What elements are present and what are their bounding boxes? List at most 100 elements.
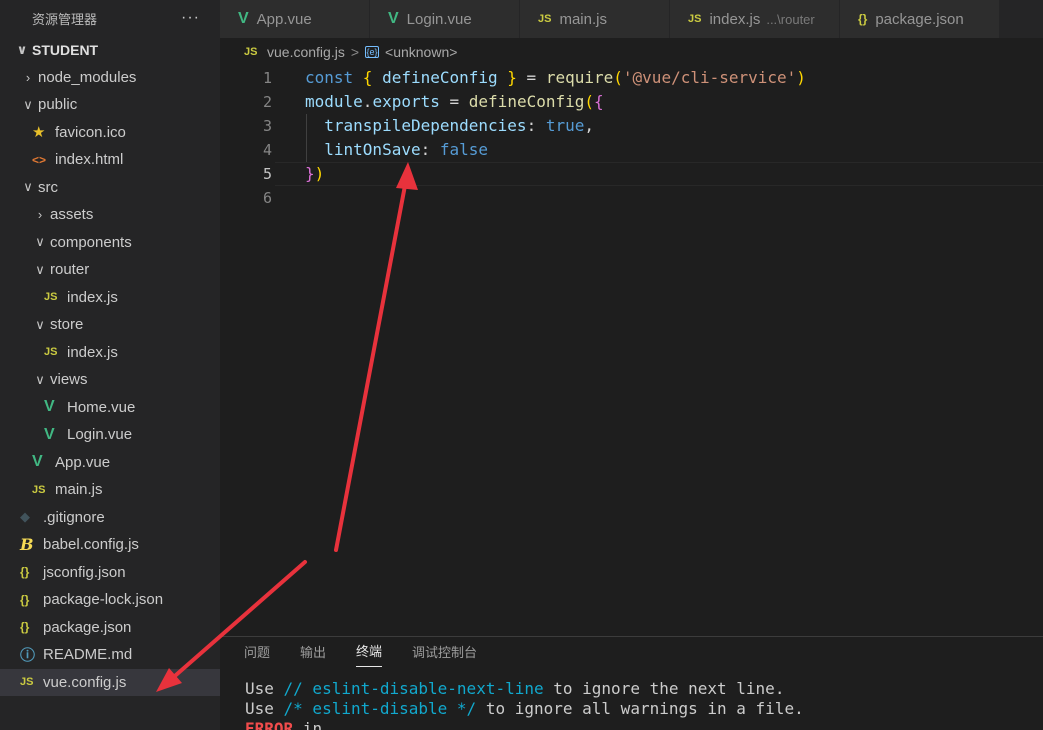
tab-description: ...\router (766, 11, 815, 27)
tab-label: index.js (709, 10, 761, 28)
vue-icon: V (238, 10, 249, 27)
json-icon: {} (20, 592, 30, 607)
tree-item-label: src (38, 178, 58, 196)
js-icon: JS (44, 346, 58, 359)
tab-label: package.json (875, 10, 964, 28)
js-icon: JS (44, 291, 58, 304)
chevron-down-icon: ∨ (23, 96, 33, 112)
file-item[interactable]: {} package.json (0, 614, 220, 642)
file-item[interactable]: V App.vue (0, 449, 220, 477)
info-icon: ⓘ (20, 647, 36, 665)
git-icon: ◆ (20, 509, 30, 525)
code-text: const { defineConfig } = require('@vue/c… (305, 68, 806, 87)
more-actions-icon[interactable]: ··· (181, 9, 200, 27)
tab-label: App.vue (256, 10, 312, 28)
code-text: transpileDependencies: true, (324, 116, 594, 135)
chevron-right-icon: › (37, 207, 43, 223)
tree-item-label: Home.vue (67, 398, 136, 416)
panel-tab[interactable]: 问题 (244, 642, 270, 667)
code-editor[interactable]: 1 const { defineConfig } = require('@vue/… (220, 66, 1043, 636)
line-number: 2 (262, 93, 272, 111)
tree-item-label: babel.config.js (43, 536, 139, 554)
line-number: 1 (262, 69, 272, 87)
file-item[interactable]: V Home.vue (0, 394, 220, 422)
js-icon: JS (32, 483, 46, 496)
chevron-down-icon: ∨ (35, 234, 45, 250)
line-number: 4 (262, 141, 272, 159)
file-item[interactable]: {} package-lock.json (0, 586, 220, 614)
vue-icon: V (44, 398, 55, 416)
folder-item[interactable]: ∨ components (0, 229, 220, 257)
folder-item[interactable]: ∨ public (0, 91, 220, 119)
tab-label: main.js (559, 10, 607, 28)
explorer-title: 资源管理器 (32, 11, 98, 27)
tree-item-label: index.js (67, 288, 118, 306)
tree-item-label: favicon.ico (55, 123, 126, 141)
explorer-sidebar: 资源管理器 ··· ∨ STUDENT › node_modules ∨ public ★ f… (0, 0, 220, 730)
tab-package-json[interactable]: {} package.json (840, 0, 1000, 38)
tab-app-vue[interactable]: V App.vue (220, 0, 370, 38)
tree-item-label: App.vue (55, 453, 111, 471)
file-item[interactable]: JS index.js (0, 339, 220, 367)
terminal-output[interactable]: Use // eslint-disable-next-line to ignor… (220, 667, 1043, 730)
tree-item-label: .gitignore (43, 508, 105, 526)
vue-icon: V (44, 425, 55, 443)
chevron-right-icon: > (350, 44, 360, 60)
tree-item-label: package.json (43, 618, 132, 636)
folder-item[interactable]: ∨ store (0, 311, 220, 339)
tab-label: Login.vue (406, 10, 472, 28)
folder-item[interactable]: ∨ STUDENT (0, 36, 220, 64)
code-text: }) (305, 164, 325, 183)
tree-item-label: views (50, 371, 88, 389)
panel-tab[interactable]: 终端 (356, 641, 383, 667)
breadcrumb-file[interactable]: vue.config.js (267, 44, 345, 60)
panel-tab[interactable]: 输出 (300, 642, 326, 667)
tab-login-vue[interactable]: V Login.vue (370, 0, 520, 38)
file-item[interactable]: JS main.js (0, 476, 220, 504)
folder-item[interactable]: › node_modules (0, 64, 220, 92)
vue-icon: V (388, 10, 399, 27)
file-item[interactable]: {} jsconfig.json (0, 559, 220, 587)
file-item[interactable]: ★ favicon.ico (0, 119, 220, 147)
js-icon: JS (20, 676, 34, 689)
chevron-down-icon: ∨ (16, 41, 28, 57)
file-item[interactable]: JS vue.config.js (0, 668, 220, 696)
line-number: 5 (262, 165, 272, 183)
folder-item[interactable]: ∨ views (0, 366, 220, 394)
tree-item-label: index.html (55, 151, 124, 169)
json-icon: {} (20, 620, 30, 635)
panel-tab[interactable]: 调试控制台 (412, 642, 477, 667)
code-text: lintOnSave: false (324, 140, 489, 159)
tree-item-label: package-lock.json (43, 591, 164, 609)
tree-item-label: index.js (67, 343, 118, 361)
file-item[interactable]: ◆ .gitignore (0, 504, 220, 532)
file-item[interactable]: <> index.html (0, 146, 220, 174)
tab-main-js[interactable]: JS main.js (520, 0, 670, 38)
tab-index-js[interactable]: JS index.js ...\router (670, 0, 840, 38)
file-item[interactable]: V Login.vue (0, 421, 220, 449)
symbol-icon: {e} (365, 46, 380, 58)
js-icon: JS (538, 13, 552, 25)
terminal-line: Use // eslint-disable-next-line to ignor… (245, 679, 785, 698)
folder-item[interactable]: › assets (0, 201, 220, 229)
file-item[interactable]: Bbabel.config.js (0, 531, 220, 559)
breadcrumb-symbol[interactable]: <unknown> (385, 44, 457, 60)
code-line: 5}) (220, 162, 1043, 186)
folder-item[interactable]: ∨ src (0, 174, 220, 202)
html-icon: <> (32, 152, 47, 167)
babel-icon: B (20, 535, 34, 555)
js-icon: JS (688, 13, 702, 25)
code-line: 6 (220, 186, 1043, 210)
folder-item[interactable]: ∨ router (0, 256, 220, 284)
tree-item-label: STUDENT (32, 41, 99, 58)
file-item[interactable]: ⓘ README.md (0, 641, 220, 669)
breadcrumb: JS vue.config.js > {e} <unknown> (220, 38, 1043, 66)
chevron-down-icon: ∨ (35, 316, 45, 332)
explorer-header: 资源管理器 ··· (0, 0, 220, 36)
panel-tabs: 问题 输出 终端 调试控制台 (220, 637, 1043, 667)
tree-item-label: router (50, 261, 90, 279)
line-number: 6 (262, 189, 272, 207)
file-item[interactable]: JS index.js (0, 284, 220, 312)
terminal-line: ERROR in (245, 719, 323, 730)
code-line: 3 transpileDependencies: true, (220, 114, 1043, 138)
